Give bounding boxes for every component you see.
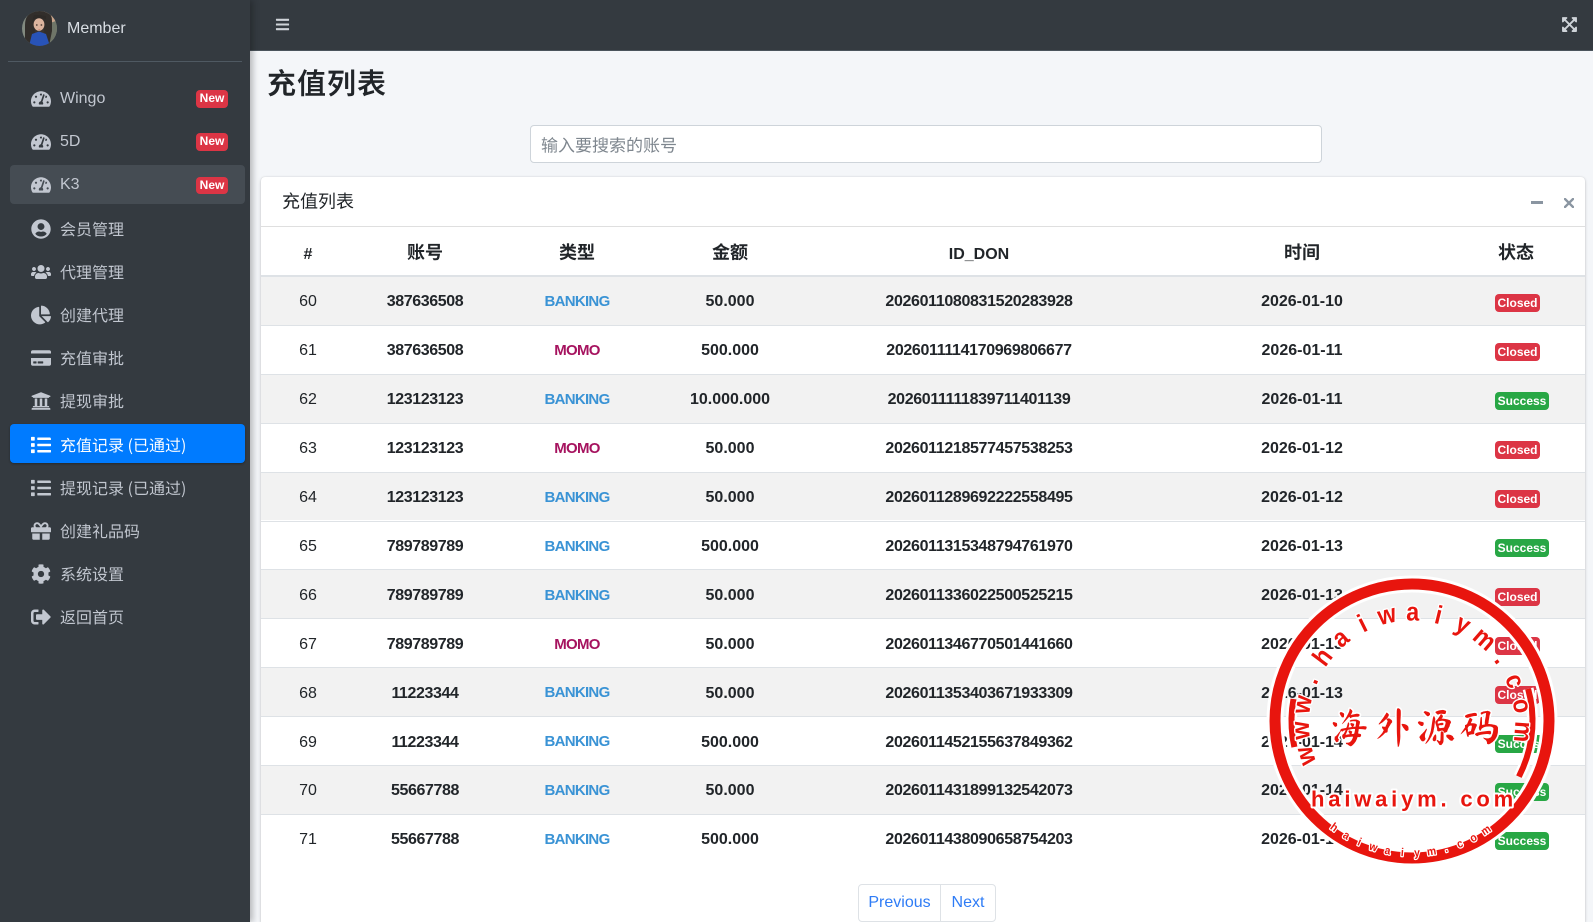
svg-text:m: m (1467, 622, 1501, 657)
svg-text:.: . (1296, 671, 1325, 688)
svg-text:i: i (1353, 610, 1371, 638)
svg-text:a: a (1327, 623, 1355, 653)
svg-text:w: w (1287, 720, 1317, 742)
svg-text:h: h (1307, 643, 1338, 671)
svg-text:m: m (1426, 845, 1437, 859)
svg-text:i: i (1432, 601, 1445, 630)
svg-text:c: c (1499, 670, 1530, 693)
svg-text:a: a (1406, 598, 1419, 626)
svg-text:m: m (1508, 720, 1538, 743)
svg-text:.: . (1488, 647, 1515, 669)
svg-text:y: y (1450, 609, 1475, 640)
svg-text:haiwaiym. com: haiwaiym. com (1311, 787, 1517, 812)
svg-text:w: w (1374, 599, 1400, 631)
